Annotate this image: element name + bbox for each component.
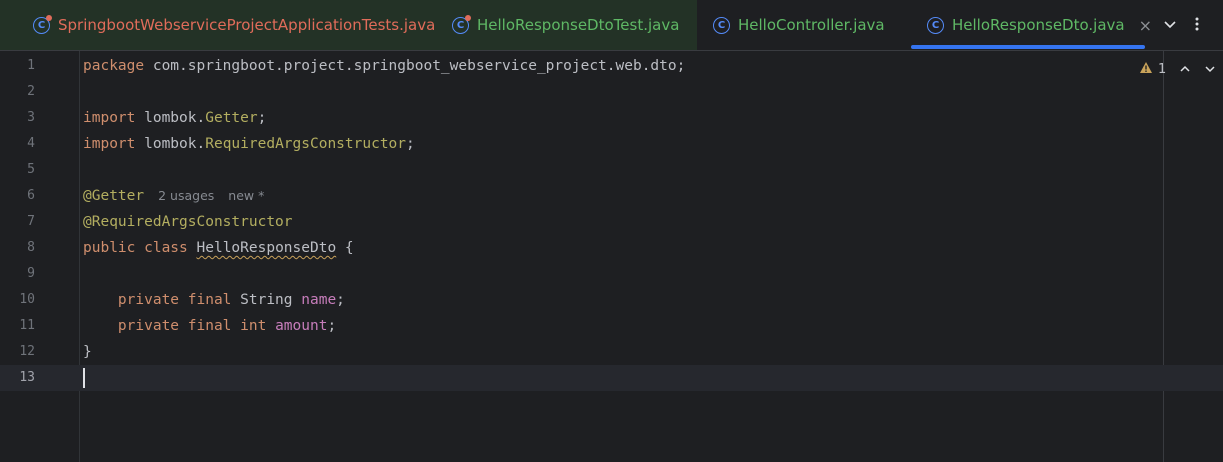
- line-number: 7: [27, 214, 35, 229]
- code-line: 4 import lombok.RequiredArgsConstructor;: [0, 131, 1223, 157]
- code-line: 12 }: [0, 339, 1223, 365]
- code-text: }: [83, 344, 92, 360]
- tab-springboot-application-tests[interactable]: C SpringbootWebserviceProjectApplication…: [33, 0, 435, 50]
- warning-icon: [1139, 61, 1153, 78]
- code-line: 1 package com.springboot.project.springb…: [0, 53, 1223, 79]
- line-number: 1: [27, 58, 35, 73]
- tab-label: SpringbootWebserviceProjectApplicationTe…: [58, 16, 436, 34]
- code-line: 8 public class HelloResponseDto {: [0, 235, 1223, 261]
- usages-inlay-hint[interactable]: 2 usages: [158, 188, 214, 203]
- line-number: 11: [19, 318, 35, 333]
- text-caret: [83, 368, 85, 388]
- tab-label: HelloResponseDtoTest.java: [477, 16, 680, 34]
- code-line: 3 import lombok.Getter;: [0, 105, 1223, 131]
- code-line: 11 private final int amount;: [0, 313, 1223, 339]
- code-text: @Getter 2 usages new *: [83, 188, 265, 204]
- code-text: public class HelloResponseDto {: [83, 240, 354, 256]
- more-vertical-icon[interactable]: [1187, 14, 1207, 34]
- chevron-down-icon[interactable]: [1160, 14, 1180, 34]
- code-editor[interactable]: 1 package com.springboot.project.springb…: [0, 51, 1223, 462]
- class-name-warning[interactable]: HelloResponseDto: [197, 240, 337, 256]
- code-text: private final String name;: [83, 292, 345, 308]
- editor-tab-bar: C SpringbootWebserviceProjectApplication…: [0, 0, 1223, 51]
- tab-hello-response-dto-test[interactable]: C HelloResponseDtoTest.java: [452, 0, 679, 50]
- current-code-line: 13: [0, 365, 1223, 391]
- line-number: 9: [27, 266, 35, 281]
- author-inlay-hint[interactable]: new *: [228, 188, 264, 203]
- close-tab-icon[interactable]: ×: [1139, 16, 1152, 35]
- code-line: 6 @Getter 2 usages new *: [0, 183, 1223, 209]
- code-text: private final int amount;: [83, 318, 337, 334]
- java-class-test-icon: C: [33, 14, 52, 34]
- next-highlight-icon[interactable]: [1201, 59, 1219, 79]
- java-class-icon: C: [713, 16, 730, 34]
- line-number: 5: [27, 162, 35, 177]
- code-line: 10 private final String name;: [0, 287, 1223, 313]
- java-class-test-icon: C: [452, 14, 471, 34]
- code-line: 2: [0, 79, 1223, 105]
- code-text: @RequiredArgsConstructor: [83, 214, 293, 230]
- code-text: import lombok.Getter;: [83, 110, 267, 126]
- line-number: 2: [27, 84, 35, 99]
- line-number: 8: [27, 240, 35, 255]
- line-number: 12: [19, 344, 35, 359]
- code-line: 5: [0, 157, 1223, 183]
- line-number: 13: [19, 370, 35, 385]
- tab-label: HelloController.java: [738, 16, 885, 34]
- line-number: 4: [27, 136, 35, 151]
- inspection-widget[interactable]: 1: [1139, 59, 1166, 79]
- active-tab-indicator: [911, 45, 1145, 49]
- code-line: 9: [0, 261, 1223, 287]
- code-line: 7 @RequiredArgsConstructor: [0, 209, 1223, 235]
- line-number: 6: [27, 188, 35, 203]
- previous-highlight-icon[interactable]: [1176, 59, 1194, 79]
- java-class-icon: C: [927, 16, 944, 34]
- warning-count: 1: [1158, 61, 1167, 77]
- tab-hello-response-dto[interactable]: C HelloResponseDto.java ×: [927, 0, 1152, 50]
- line-number: 3: [27, 110, 35, 125]
- tab-hello-controller[interactable]: C HelloController.java: [713, 0, 885, 50]
- code-text: package com.springboot.project.springboo…: [83, 58, 686, 74]
- code-text: import lombok.RequiredArgsConstructor;: [83, 136, 415, 152]
- line-number: 10: [19, 292, 35, 307]
- tab-label: HelloResponseDto.java: [952, 16, 1125, 34]
